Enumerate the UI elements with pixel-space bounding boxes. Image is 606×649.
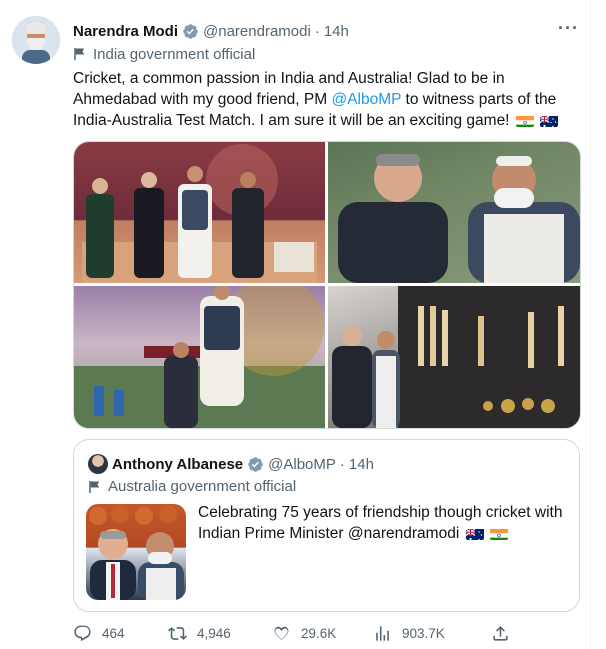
separator-dot: · bbox=[314, 22, 320, 40]
share-button[interactable] bbox=[491, 624, 520, 643]
government-label-text: India government official bbox=[93, 45, 256, 63]
government-flag-icon bbox=[74, 48, 85, 60]
views-button[interactable]: 903.7K bbox=[373, 624, 491, 643]
retweet-icon bbox=[168, 626, 187, 640]
quoted-author-handle[interactable]: @AlboMP bbox=[268, 456, 336, 473]
views-icon bbox=[376, 625, 389, 641]
photo-stadium-lap[interactable] bbox=[74, 286, 325, 428]
india-flag-emoji bbox=[515, 114, 534, 127]
quoted-photo[interactable] bbox=[86, 504, 186, 600]
reply-icon bbox=[74, 625, 91, 641]
reply-count: 464 bbox=[102, 625, 125, 641]
government-flag-icon bbox=[89, 480, 100, 493]
australia-flag-emoji bbox=[540, 114, 559, 127]
share-icon bbox=[493, 625, 508, 641]
retweet-count: 4,946 bbox=[197, 625, 231, 641]
separator-dot: · bbox=[339, 455, 345, 473]
media-grid bbox=[73, 141, 581, 429]
photo-cricket-museum[interactable] bbox=[328, 286, 580, 428]
author-handle[interactable]: @narendramodi bbox=[203, 23, 311, 40]
views-count: 903.7K bbox=[402, 625, 445, 641]
verified-icon bbox=[183, 23, 198, 39]
quoted-tweet[interactable]: Anthony Albanese @AlboMP · 14h Australia… bbox=[73, 439, 580, 612]
tweet-time[interactable]: 14h bbox=[324, 23, 349, 40]
india-flag-emoji bbox=[489, 527, 508, 540]
tweet-header: Narendra Modi @narendramodi · 14h ··· bbox=[73, 18, 583, 42]
quoted-author-avatar[interactable] bbox=[88, 454, 108, 474]
photo-leaders-talking[interactable] bbox=[328, 142, 580, 283]
government-label[interactable]: India government official bbox=[73, 44, 255, 64]
photo-stadium-stage[interactable] bbox=[74, 142, 325, 283]
australia-flag-emoji bbox=[465, 527, 484, 540]
retweet-button[interactable]: 4,946 bbox=[168, 624, 272, 643]
quoted-government-label[interactable]: Australia government official bbox=[88, 478, 296, 495]
quoted-header: Anthony Albanese @AlboMP · 14h bbox=[112, 454, 374, 474]
author-avatar[interactable] bbox=[12, 16, 60, 64]
author-name[interactable]: Narendra Modi bbox=[73, 23, 178, 40]
quoted-author-name[interactable]: Anthony Albanese bbox=[112, 456, 243, 473]
mention-link[interactable]: @AlboMP bbox=[331, 91, 401, 108]
reply-button[interactable]: 464 bbox=[73, 624, 168, 643]
action-bar: 464 4,946 29.6K 903.7K bbox=[73, 622, 583, 644]
quoted-text: Celebrating 75 years of friendship thoug… bbox=[198, 502, 570, 544]
more-icon[interactable]: ··· bbox=[558, 18, 579, 39]
verified-icon bbox=[248, 456, 263, 472]
like-icon bbox=[274, 626, 289, 640]
quoted-government-label-text: Australia government official bbox=[108, 478, 297, 495]
like-count: 29.6K bbox=[301, 625, 337, 641]
quoted-time[interactable]: 14h bbox=[349, 456, 374, 473]
tweet[interactable]: Narendra Modi @narendramodi · 14h ··· In… bbox=[0, 0, 591, 649]
tweet-text: Cricket, a common passion in India and A… bbox=[73, 68, 573, 131]
like-button[interactable]: 29.6K bbox=[272, 624, 373, 643]
